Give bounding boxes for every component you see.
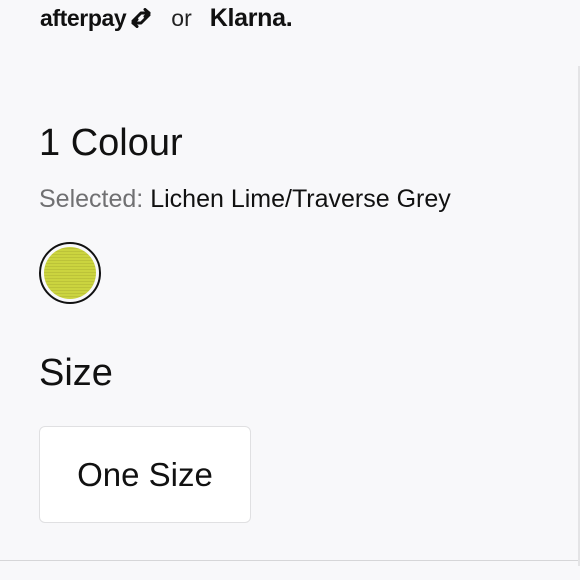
- klarna-logo: Klarna.: [209, 3, 293, 32]
- afterpay-arrows-icon: [131, 8, 151, 28]
- colour-swatch-fill: [44, 247, 96, 299]
- afterpay-wordmark: afterpay: [40, 4, 127, 31]
- payment-options-row: afterpay or Klarna.: [40, 0, 293, 36]
- afterpay-logo: afterpay: [40, 5, 153, 32]
- colour-heading: 1 Colour: [39, 122, 183, 164]
- payment-or-text: or: [171, 4, 192, 31]
- size-heading: Size: [39, 352, 113, 394]
- product-options-panel: afterpay or Klarna. 1 Colour Selected: L…: [0, 0, 580, 580]
- selected-label: Selected:: [39, 185, 144, 213]
- selected-colour-value: Lichen Lime/Traverse Grey: [150, 185, 451, 213]
- section-divider: [0, 560, 580, 561]
- colour-swatch-lichen-lime[interactable]: [39, 242, 101, 304]
- selected-colour-text: Selected: Lichen Lime/Traverse Grey: [39, 182, 451, 216]
- size-option-one-size[interactable]: One Size: [39, 426, 251, 523]
